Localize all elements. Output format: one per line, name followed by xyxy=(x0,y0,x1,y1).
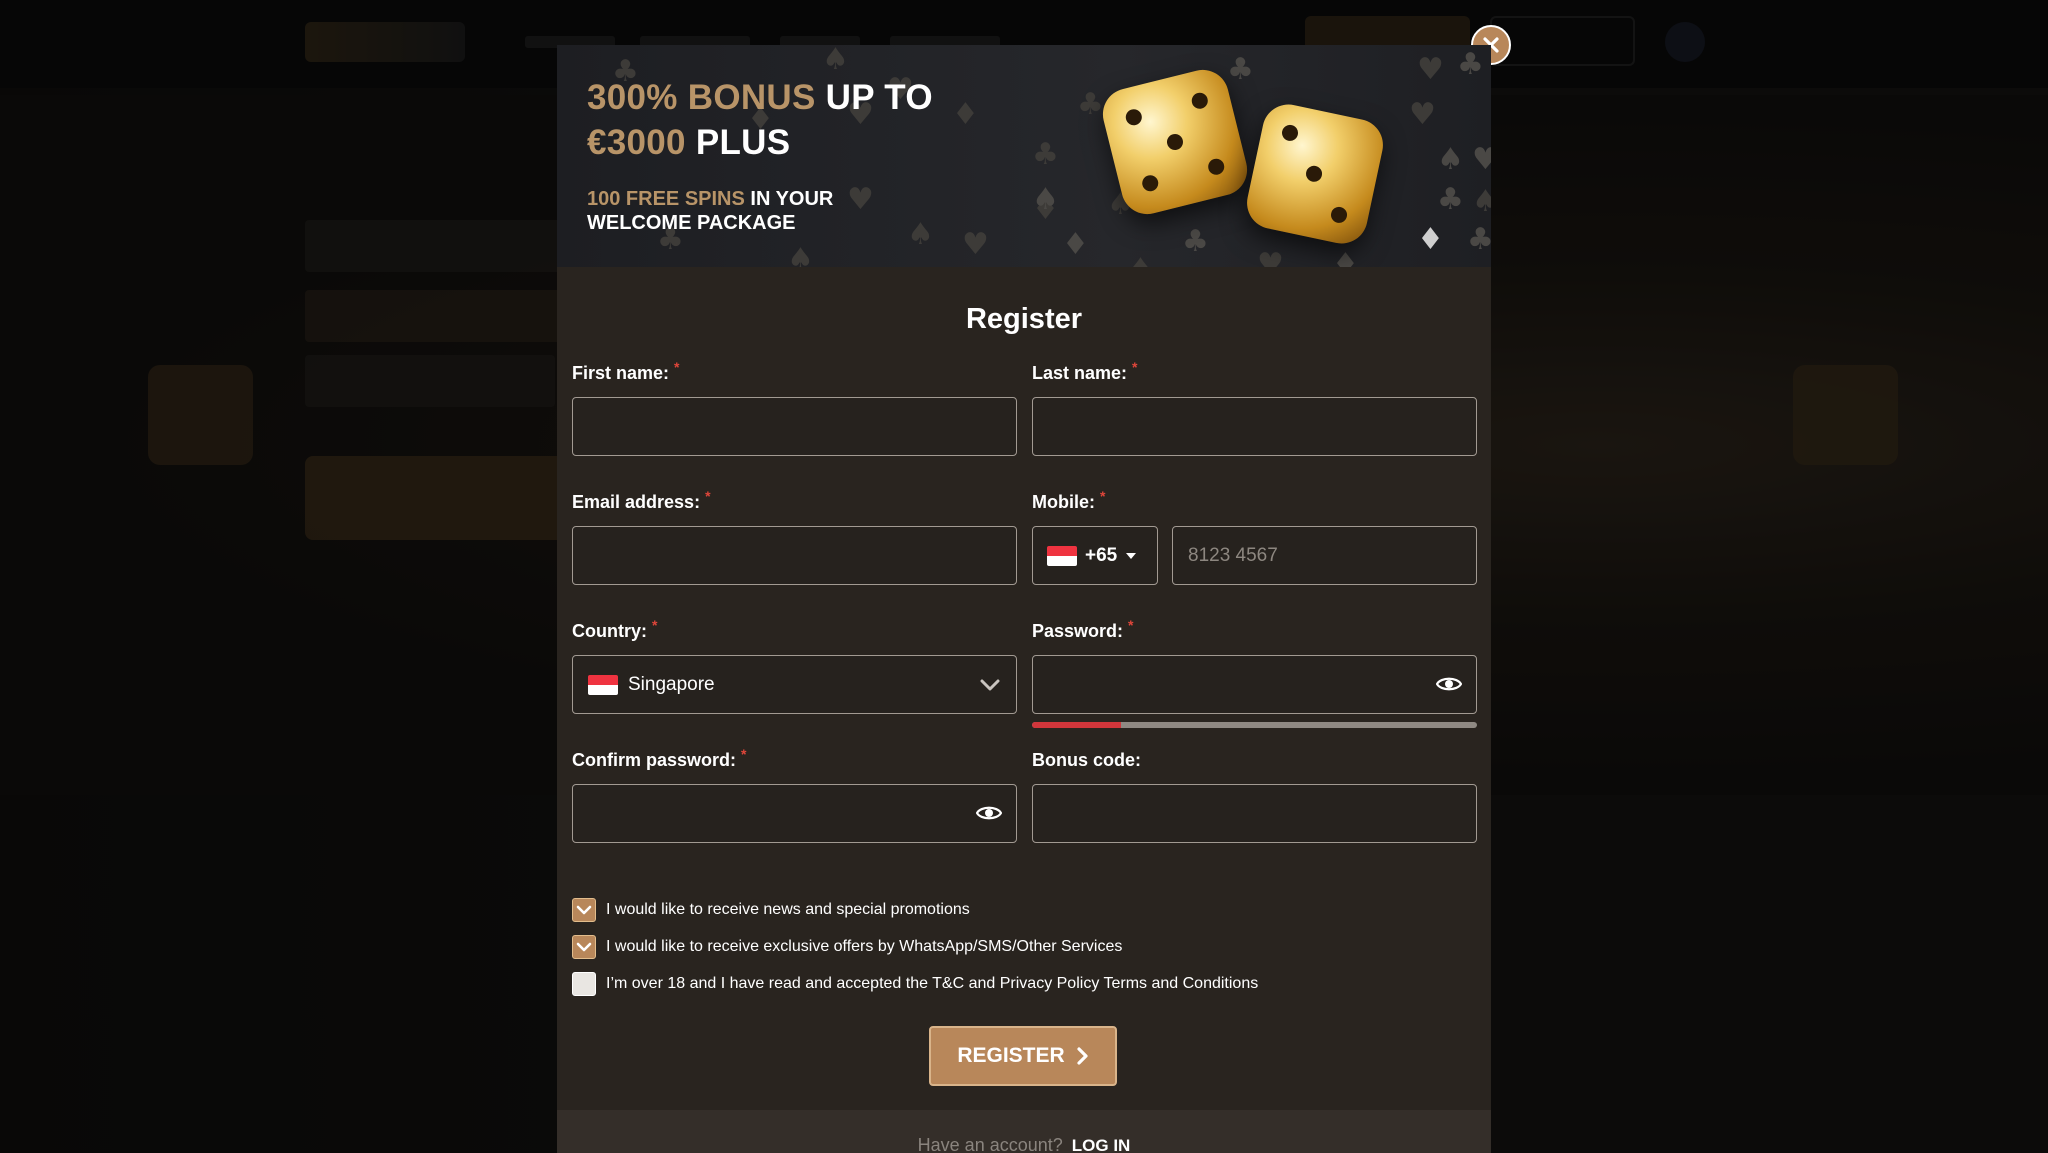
spade-suit-icon: ♠ xyxy=(787,242,814,268)
password-input[interactable] xyxy=(1033,656,1476,713)
first-name-input[interactable] xyxy=(573,398,1016,455)
password-strength-fill xyxy=(1032,722,1121,728)
diamond-suit-icon: ♦ xyxy=(952,97,979,132)
club-suit-icon: ♣ xyxy=(1467,222,1491,257)
register-modal: ♣ ♦ ♠ ♥ ♥ ♦ ♣ ♣ ♠ ♦ ♥ ♥ ♠ ♣ ♠ ♦ ♠ ♣ ♥ ♦ … xyxy=(557,45,1491,1153)
heart-suit-icon: ♥ xyxy=(1472,142,1491,177)
form-title: Register xyxy=(965,303,1083,335)
spade-suit-icon: ♠ xyxy=(1032,182,1059,217)
password-label: Password: * xyxy=(1032,617,1134,641)
club-suit-icon: ♣ xyxy=(1032,137,1059,172)
last-name-field[interactable] xyxy=(1032,397,1477,456)
chevron-down-icon xyxy=(980,679,1000,691)
login-link[interactable]: LOG IN xyxy=(1072,1136,1131,1153)
bonus-code-label: Bonus code: xyxy=(1032,750,1142,770)
offers-checkbox[interactable] xyxy=(572,935,596,959)
singapore-flag-icon xyxy=(588,674,618,695)
checkmark-icon xyxy=(576,905,592,915)
confirm-password-input[interactable] xyxy=(573,785,1016,842)
club-suit-icon: ♣ xyxy=(1437,182,1464,217)
spade-suit-icon: ♠ xyxy=(1437,142,1464,177)
email-input[interactable] xyxy=(573,527,1016,584)
spade-suit-icon: ♠ xyxy=(1472,184,1491,219)
country-value: Singapore xyxy=(628,673,715,695)
diamond-suit-icon: ♦ xyxy=(1062,227,1089,262)
eye-icon[interactable] xyxy=(976,803,1002,823)
login-prompt-text: Have an account? xyxy=(917,1135,1063,1153)
club-suit-icon: ♣ xyxy=(1227,52,1254,87)
spade-suit-icon: ♠ xyxy=(822,45,849,77)
heart-suit-icon: ♥ xyxy=(847,182,874,217)
bonus-code-input[interactable] xyxy=(1033,785,1476,842)
mobile-input[interactable] xyxy=(1173,527,1476,584)
newsletter-checkbox-row[interactable]: I would like to receive news and special… xyxy=(572,898,970,922)
club-suit-icon: ♣ xyxy=(1182,224,1209,259)
heart-suit-icon: ♥ xyxy=(962,227,989,262)
club-suit-icon: ♣ xyxy=(1077,87,1104,122)
email-label: Email address: * xyxy=(572,488,711,512)
country-code-value: +65 xyxy=(1085,544,1118,566)
login-prompt: Have an account? LOG IN xyxy=(557,1135,1491,1153)
dice-icon xyxy=(1242,99,1388,249)
diamond-suit-icon: ♦ xyxy=(1332,247,1359,268)
country-label: Country: * xyxy=(572,617,658,641)
newsletter-checkbox[interactable] xyxy=(572,898,596,922)
caret-down-icon xyxy=(1126,552,1137,559)
spade-suit-icon: ♠ xyxy=(907,217,934,252)
email-field[interactable] xyxy=(572,526,1017,585)
offers-checkbox-label: I would like to receive exclusive offers… xyxy=(606,938,1123,955)
register-button[interactable]: REGISTER xyxy=(929,1026,1117,1086)
mobile-field[interactable] xyxy=(1172,526,1477,585)
mobile-label: Mobile: * xyxy=(1032,488,1106,512)
singapore-flag-icon xyxy=(1047,545,1077,566)
heart-suit-icon: ♥ xyxy=(1257,247,1284,268)
terms-checkbox[interactable] xyxy=(572,972,596,996)
country-code-select[interactable]: +65 xyxy=(1032,526,1158,585)
last-name-label: Last name: * xyxy=(1032,359,1138,383)
heart-suit-icon: ♥ xyxy=(1409,97,1436,132)
club-suit-icon: ♣ xyxy=(1457,47,1484,82)
chevron-right-icon xyxy=(1077,1047,1088,1065)
newsletter-checkbox-label: I would like to receive news and special… xyxy=(606,901,970,918)
spade-suit-icon: ♠ xyxy=(1127,255,1154,268)
promo-subline: 100 FREE SPINS IN YOUR WELCOME PACKAGE xyxy=(587,188,834,234)
register-button-label: REGISTER xyxy=(957,1044,1065,1067)
promo-banner: ♣ ♦ ♠ ♥ ♥ ♦ ♣ ♣ ♠ ♦ ♥ ♥ ♠ ♣ ♠ ♦ ♠ ♣ ♥ ♦ … xyxy=(557,45,1491,267)
first-name-field[interactable] xyxy=(572,397,1017,456)
confirm-password-label: Confirm password: * xyxy=(572,746,747,770)
password-strength-bar xyxy=(1032,722,1477,728)
confirm-password-field[interactable] xyxy=(572,784,1017,843)
country-select[interactable]: Singapore xyxy=(572,655,1017,714)
first-name-label: First name: * xyxy=(572,359,680,383)
offers-checkbox-row[interactable]: I would like to receive exclusive offers… xyxy=(572,935,1122,959)
password-field[interactable] xyxy=(1032,655,1477,714)
terms-checkbox-label: I’m over 18 and I have read and accepted… xyxy=(606,975,1259,992)
terms-checkbox-row[interactable]: I’m over 18 and I have read and accepted… xyxy=(572,972,1258,996)
bonus-code-field[interactable] xyxy=(1032,784,1477,843)
eye-icon[interactable] xyxy=(1436,674,1462,694)
heart-suit-icon: ♥ xyxy=(1417,52,1444,87)
diamond-suit-icon: ♦ xyxy=(1417,222,1444,257)
checkmark-icon xyxy=(576,942,592,952)
promo-headline: 300% BONUS UP TO €3000 PLUS xyxy=(587,78,933,162)
last-name-input[interactable] xyxy=(1033,398,1476,455)
